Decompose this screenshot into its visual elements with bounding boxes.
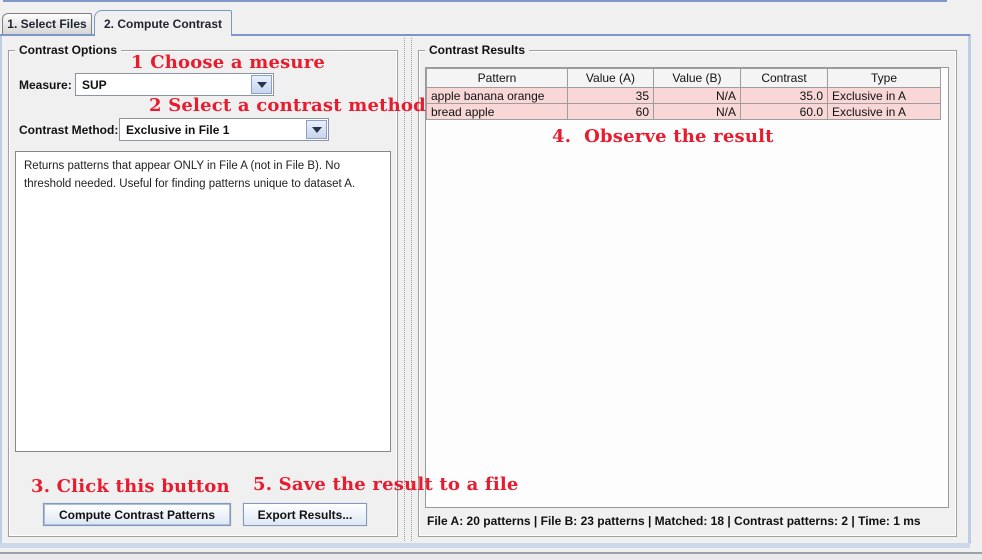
column-header-type[interactable]: Type — [828, 69, 941, 88]
tab-compute-contrast[interactable]: 2. Compute Contrast — [94, 10, 232, 36]
cell-type[interactable]: Exclusive in A — [828, 88, 941, 104]
contrast-method-dropdown-arrow-icon[interactable] — [306, 120, 327, 139]
results-table: Pattern Value (A) Value (B) Contrast Typ… — [426, 68, 941, 120]
method-description-text: Returns patterns that appear ONLY in Fil… — [24, 160, 355, 190]
cell-contrast[interactable]: 35.0 — [741, 88, 828, 104]
results-scrollpane: Pattern Value (A) Value (B) Contrast Typ… — [425, 67, 949, 508]
method-description-textarea[interactable]: Returns patterns that appear ONLY in Fil… — [15, 151, 391, 452]
contrast-options-panel: Contrast Options 1 Choose a mesure Measu… — [8, 50, 398, 537]
tab-content-border-bottom — [0, 543, 970, 548]
table-row[interactable]: bread apple 60 N/A 60.0 Exclusive in A — [427, 104, 941, 120]
column-header-value-a[interactable]: Value (A) — [568, 69, 654, 88]
annotation-step1: 1 Choose a mesure — [131, 52, 325, 73]
compute-contrast-button[interactable]: Compute Contrast Patterns — [43, 503, 231, 526]
column-header-value-b[interactable]: Value (B) — [654, 69, 741, 88]
annotation-step2: 2 Select a contrast method — [149, 95, 426, 116]
measure-label: Measure: — [19, 78, 72, 92]
cell-value-b[interactable]: N/A — [654, 88, 741, 104]
cell-type[interactable]: Exclusive in A — [828, 104, 941, 120]
measure-select[interactable]: SUP — [75, 73, 274, 96]
export-results-button[interactable]: Export Results... — [243, 503, 367, 526]
column-header-contrast[interactable]: Contrast — [741, 69, 828, 88]
cell-value-a[interactable]: 35 — [568, 88, 654, 104]
results-table-header-row: Pattern Value (A) Value (B) Contrast Typ… — [427, 69, 941, 88]
tab-content-border-right — [968, 34, 971, 544]
cell-value-a[interactable]: 60 — [568, 104, 654, 120]
compute-contrast-button-label: Compute Contrast Patterns — [59, 508, 215, 522]
cell-pattern[interactable]: bread apple — [427, 104, 568, 120]
app-window: 1. Select Files 2. Compute Contrast Cont… — [0, 0, 982, 560]
cell-contrast[interactable]: 60.0 — [741, 104, 828, 120]
cell-pattern[interactable]: apple banana orange — [427, 88, 568, 104]
contrast-method-selected-value: Exclusive in File 1 — [126, 123, 229, 137]
tab-content-border-left — [0, 34, 2, 544]
export-results-button-label: Export Results... — [258, 508, 353, 522]
contrast-results-panel: Contrast Results Pattern Value (A) Value… — [418, 50, 957, 537]
annotation-step4: 4. Observe the result — [552, 126, 774, 147]
tab-select-files-label: 1. Select Files — [7, 17, 86, 31]
contrast-method-label: Contrast Method: — [19, 123, 118, 137]
annotation-step5: 5. Save the result to a file — [253, 474, 519, 495]
measure-selected-value: SUP — [82, 78, 107, 92]
column-header-pattern[interactable]: Pattern — [427, 69, 568, 88]
contrast-results-title: Contrast Results — [425, 43, 529, 57]
results-status-text: File A: 20 patterns | File B: 23 pattern… — [427, 514, 921, 528]
window-bottom-fill — [0, 554, 982, 560]
tab-select-files[interactable]: 1. Select Files — [2, 13, 92, 34]
table-row[interactable]: apple banana orange 35 N/A 35.0 Exclusiv… — [427, 88, 941, 104]
measure-dropdown-arrow-icon[interactable] — [251, 75, 272, 94]
contrast-method-select[interactable]: Exclusive in File 1 — [119, 118, 329, 141]
tab-compute-contrast-label: 2. Compute Contrast — [104, 17, 222, 31]
annotation-step3: 3. Click this button — [31, 476, 230, 497]
contrast-options-title: Contrast Options — [15, 43, 121, 57]
top-panel-edge — [3, 0, 947, 2]
cell-value-b[interactable]: N/A — [654, 104, 741, 120]
